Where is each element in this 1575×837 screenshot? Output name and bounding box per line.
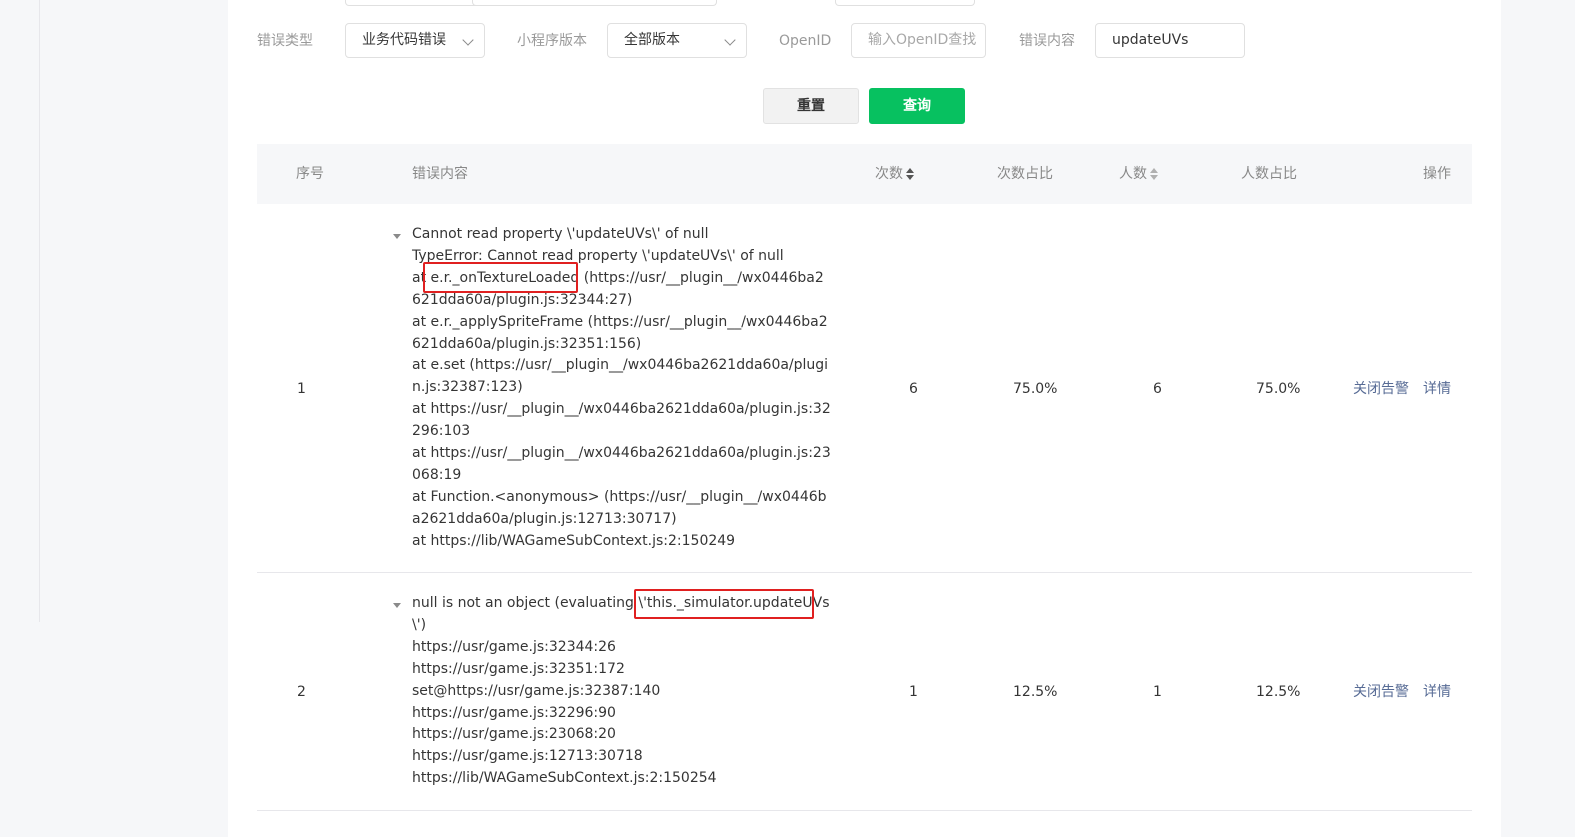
- partial-field[interactable]: [345, 0, 483, 6]
- openid-placeholder: 输入OpenID查找: [868, 32, 977, 48]
- version-label: 小程序版本: [517, 33, 587, 49]
- error-line: TypeError: Cannot read property \'update…: [412, 247, 784, 264]
- error-line: at https://usr/__plugin__/wx0446ba2621dd…: [412, 401, 831, 418]
- error-line: at e.r._onTextureLoaded (https://usr/__p…: [412, 269, 824, 286]
- header-user-ratio: 人数占比: [1241, 166, 1297, 182]
- chevron-down-icon: [724, 34, 736, 46]
- error-line: https://usr/game.js:32344:26: [412, 638, 616, 655]
- error-type-label: 错误类型: [257, 33, 313, 49]
- header-count-ratio: 次数占比: [997, 166, 1053, 182]
- detail-link[interactable]: 详情: [1423, 683, 1451, 701]
- header-content: 错误内容: [412, 166, 468, 182]
- detail-link[interactable]: 详情: [1423, 380, 1451, 398]
- header-index: 序号: [296, 166, 324, 182]
- sort-icon[interactable]: [1150, 168, 1158, 180]
- error-line: https://usr/game.js:12713:30718: [412, 748, 643, 765]
- row-count: 1: [909, 684, 918, 700]
- error-line: https://usr/game.js:23068:20: [412, 726, 616, 743]
- error-type-select[interactable]: 业务代码错误: [345, 23, 485, 58]
- header-ops: 操作: [1423, 166, 1451, 182]
- error-line: n.js:32387:123): [412, 379, 523, 396]
- error-line: Cannot read property \'updateUVs\' of nu…: [412, 226, 709, 242]
- error-content-value: updateUVs: [1112, 32, 1189, 48]
- row-users: 1: [1153, 684, 1162, 700]
- header-users[interactable]: 人数: [1119, 165, 1158, 183]
- error-content-cell: Cannot read property \'updateUVs\' of nu…: [412, 224, 831, 553]
- error-content-input[interactable]: updateUVs: [1095, 23, 1245, 58]
- error-content-cell: null is not an object (evaluating \'this…: [412, 593, 830, 790]
- version-select[interactable]: 全部版本: [607, 23, 747, 58]
- error-line: 621dda60a/plugin.js:32344:27): [412, 291, 633, 308]
- row-index: 1: [297, 381, 306, 397]
- row-user-ratio: 75.0%: [1256, 381, 1301, 397]
- row-count: 6: [909, 381, 918, 397]
- row-count-ratio: 12.5%: [1013, 684, 1058, 700]
- openid-label: OpenID: [779, 33, 832, 49]
- error-line: at e.r._applySpriteFrame (https://usr/__…: [412, 313, 828, 330]
- partial-field[interactable]: [835, 0, 975, 6]
- reset-button[interactable]: 重置: [763, 88, 859, 124]
- expand-caret-icon[interactable]: [393, 603, 401, 608]
- table-row: null is not an object (evaluating \'this…: [257, 573, 1472, 811]
- chevron-down-icon: [462, 34, 474, 46]
- error-line: https://usr/game.js:32296:90: [412, 704, 616, 721]
- sort-icon[interactable]: [906, 168, 914, 180]
- error-line: https://lib/WAGameSubContext.js:2:150254: [412, 770, 717, 787]
- partial-field[interactable]: [472, 0, 717, 6]
- error-line: https://usr/game.js:32351:172: [412, 660, 625, 677]
- close-alert-link[interactable]: 关闭告警: [1353, 683, 1409, 701]
- error-line: at e.set (https://usr/__plugin__/wx0446b…: [412, 357, 829, 374]
- error-type-value: 业务代码错误: [362, 32, 446, 48]
- table-row: Cannot read property \'updateUVs\' of nu…: [257, 204, 1472, 573]
- row-count-ratio: 75.0%: [1013, 381, 1058, 397]
- error-query-panel: 错误类型 业务代码错误 小程序版本 全部版本 OpenID 输入OpenID查找…: [228, 0, 1501, 837]
- header-count[interactable]: 次数: [875, 165, 914, 183]
- row-index: 2: [297, 684, 306, 700]
- close-alert-link[interactable]: 关闭告警: [1353, 380, 1409, 398]
- error-line: 621dda60a/plugin.js:32351:156): [412, 335, 642, 352]
- query-button[interactable]: 查询: [869, 88, 965, 124]
- expand-caret-icon[interactable]: [393, 234, 401, 239]
- table-header: 序号 错误内容 次数 次数占比 人数 人数占比 操作: [257, 144, 1472, 204]
- error-line: 068:19: [412, 466, 462, 483]
- left-sidebar-edge: [0, 0, 40, 622]
- row-user-ratio: 12.5%: [1256, 684, 1301, 700]
- error-line: null is not an object (evaluating \'this…: [412, 595, 830, 611]
- version-value: 全部版本: [624, 32, 680, 48]
- error-line: 296:103: [412, 423, 471, 440]
- error-line: at Function.<anonymous> (https://usr/__p…: [412, 488, 827, 505]
- error-line: at https://usr/__plugin__/wx0446ba2621dd…: [412, 445, 831, 462]
- error-content-label: 错误内容: [1019, 33, 1075, 49]
- error-line: a2621dda60a/plugin.js:12713:30717): [412, 510, 677, 527]
- openid-input[interactable]: 输入OpenID查找: [851, 23, 986, 58]
- error-line: at https://lib/WAGameSubContext.js:2:150…: [412, 532, 736, 549]
- header-count-label: 次数: [875, 166, 903, 182]
- error-line: \'): [412, 616, 427, 633]
- error-line: set@https://usr/game.js:32387:140: [412, 682, 661, 699]
- header-users-label: 人数: [1119, 166, 1147, 182]
- row-users: 6: [1153, 381, 1162, 397]
